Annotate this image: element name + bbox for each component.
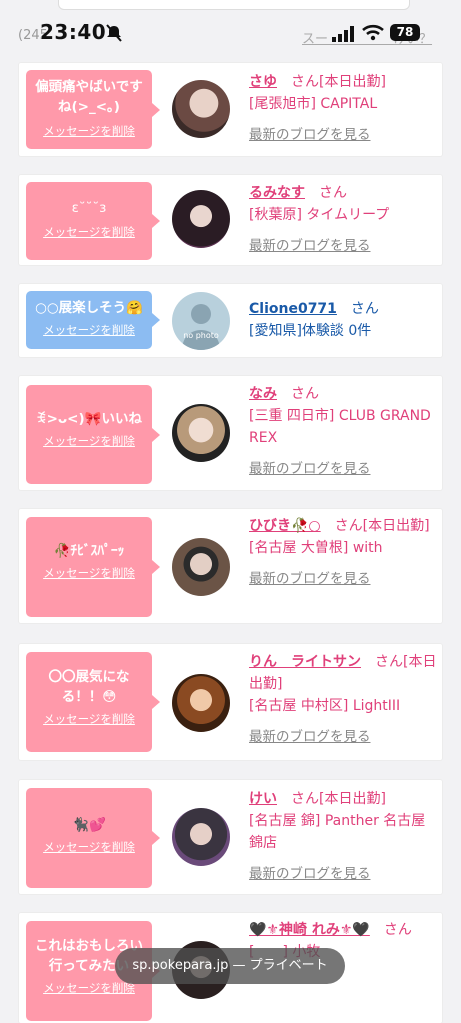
cast-name[interactable]: ひびき🥀○ [249, 518, 321, 534]
blog-link[interactable]: 最新のブログを見る [249, 862, 371, 882]
message-text: ○○展楽しそう🤗 [35, 300, 143, 316]
avatar-placeholder[interactable]: no photo [172, 292, 230, 350]
cast-name[interactable]: さゆ [249, 74, 277, 90]
shop-info: [名古屋 大曽根] with [249, 540, 383, 556]
wifi-icon [362, 24, 384, 41]
blog-link[interactable]: 最新のブログを見る [249, 457, 371, 477]
shop-info: [秋葉原] タイムリープ [249, 207, 390, 223]
avatar[interactable] [172, 190, 230, 248]
avatar[interactable] [172, 538, 230, 596]
cast-info: りん ライトサン さん[本日出勤] [名古屋 中村区] LightIII 最新の… [249, 654, 437, 745]
delete-message-link[interactable]: メッセージを削除 [26, 123, 152, 139]
cast-info: ひびき🥀○ さん[本日出勤] [名古屋 大曽根] with 最新のブログを見る [249, 515, 437, 587]
message-bubble: 🥀ﾁﾋﾞｽﾊﾟｰｯ メッセージを削除 [26, 517, 160, 617]
shop-info: [名古屋 錦] Panther 名古屋錦店 [249, 813, 426, 851]
shop-info: [名古屋 中村区] LightIII [249, 698, 401, 714]
cast-name[interactable]: けい [249, 791, 277, 807]
shop-info: [三重 四日市] CLUB GRAND REX [249, 408, 431, 446]
message-card: ○○展楽しそう🤗 メッセージを削除 no photo Clione0771 さん… [19, 284, 442, 357]
cast-name[interactable]: 🖤⚜神崎 れみ⚜🖤 [249, 922, 370, 938]
message-bubble: ꉂ>ᴗ<)🎀いいね メッセージを削除 [26, 385, 160, 484]
delete-message-link[interactable]: メッセージを削除 [26, 433, 152, 449]
message-card: ε˘˘˘з メッセージを削除 るみなす さん [秋葉原] タイムリープ 最新のブ… [19, 175, 442, 265]
person-silhouette-icon: no photo [182, 304, 220, 350]
message-card: ꉂ>ᴗ<)🎀いいね メッセージを削除 なみ さん [三重 四日市] CLUB G… [19, 376, 442, 490]
status-bar: (245 23:40 スー けい？ 78 [0, 0, 461, 60]
cast-info: るみなす さん [秋葉原] タイムリープ 最新のブログを見る [249, 182, 437, 254]
user-area: [愛知県]体験談 0件 [249, 323, 372, 339]
user-name[interactable]: Clione0771 [249, 301, 337, 317]
cast-info: なみ さん [三重 四日市] CLUB GRAND REX 最新のブログを見る [249, 383, 437, 477]
delete-message-link[interactable]: メッセージを削除 [26, 224, 152, 240]
message-card: 〇〇展気になる！！😳 メッセージを削除 りん ライトサン さん[本日出勤] [名… [19, 644, 442, 760]
clock: 23:40 [40, 20, 107, 44]
message-bubble: 偏頭痛やばいですね(>_<｡) メッセージを削除 [26, 70, 160, 149]
message-bubble: 🐈‍⬛💕 メッセージを削除 [26, 788, 160, 888]
delete-message-link[interactable]: メッセージを削除 [26, 839, 152, 855]
delete-message-link[interactable]: メッセージを削除 [26, 565, 152, 581]
message-bubble: ○○展楽しそう🤗 メッセージを削除 [26, 291, 160, 349]
message-text: 〇〇展気になる！！😳 [48, 669, 130, 705]
message-text: 偏頭痛やばいですね(>_<｡) [35, 79, 143, 115]
message-text: 🥀ﾁﾋﾞｽﾊﾟｰｯ [53, 543, 125, 559]
blog-link[interactable]: 最新のブログを見る [249, 234, 371, 254]
blog-link[interactable]: 最新のブログを見る [249, 567, 371, 587]
no-photo-label: no photo [183, 331, 219, 340]
message-text: 🐈‍⬛💕 [72, 817, 106, 833]
blog-link[interactable]: 最新のブログを見る [249, 725, 371, 745]
signal-icon [332, 26, 354, 42]
message-text: ꉂ>ᴗ<)🎀いいね [36, 411, 142, 427]
blog-link[interactable]: 最新のブログを見る [249, 123, 371, 143]
delete-message-link[interactable]: メッセージを削除 [26, 322, 152, 338]
shop-info: [尾張旭市] CAPITAL [249, 96, 378, 112]
message-bubble: ε˘˘˘з メッセージを削除 [26, 182, 160, 260]
message-card: 🐈‍⬛💕 メッセージを削除 けい さん[本日出勤] [名古屋 錦] Panthe… [19, 780, 442, 894]
avatar[interactable] [172, 80, 230, 138]
user-info: Clione0771 さん [愛知県]体験談 0件 [249, 298, 437, 342]
message-card: 🥀ﾁﾋﾞｽﾊﾟｰｯ メッセージを削除 ひびき🥀○ さん[本日出勤] [名古屋 大… [19, 509, 442, 623]
top-search-box[interactable] [58, 0, 410, 10]
delete-message-link[interactable]: メッセージを削除 [26, 711, 152, 727]
message-bubble: 〇〇展気になる！！😳 メッセージを削除 [26, 652, 160, 752]
bell-muted-icon [106, 24, 122, 42]
message-card: 偏頭痛やばいですね(>_<｡) メッセージを削除 さゆ さん[本日出勤] [尾張… [19, 63, 442, 156]
cast-name[interactable]: なみ [249, 386, 277, 402]
battery-icon: 78 [390, 24, 420, 41]
avatar[interactable] [172, 808, 230, 866]
avatar[interactable] [172, 674, 230, 732]
avatar[interactable] [172, 404, 230, 462]
browser-url-pill[interactable]: sp.pokepara.jp — プライベート [115, 948, 345, 984]
message-text: ε˘˘˘з [71, 200, 107, 216]
cast-name[interactable]: るみなす [249, 185, 305, 201]
cast-info: けい さん[本日出勤] [名古屋 錦] Panther 名古屋錦店 最新のブログ… [249, 788, 437, 882]
cast-info: さゆ さん[本日出勤] [尾張旭市] CAPITAL 最新のブログを見る [249, 71, 437, 143]
cast-name[interactable]: りん ライトサン [249, 654, 361, 670]
